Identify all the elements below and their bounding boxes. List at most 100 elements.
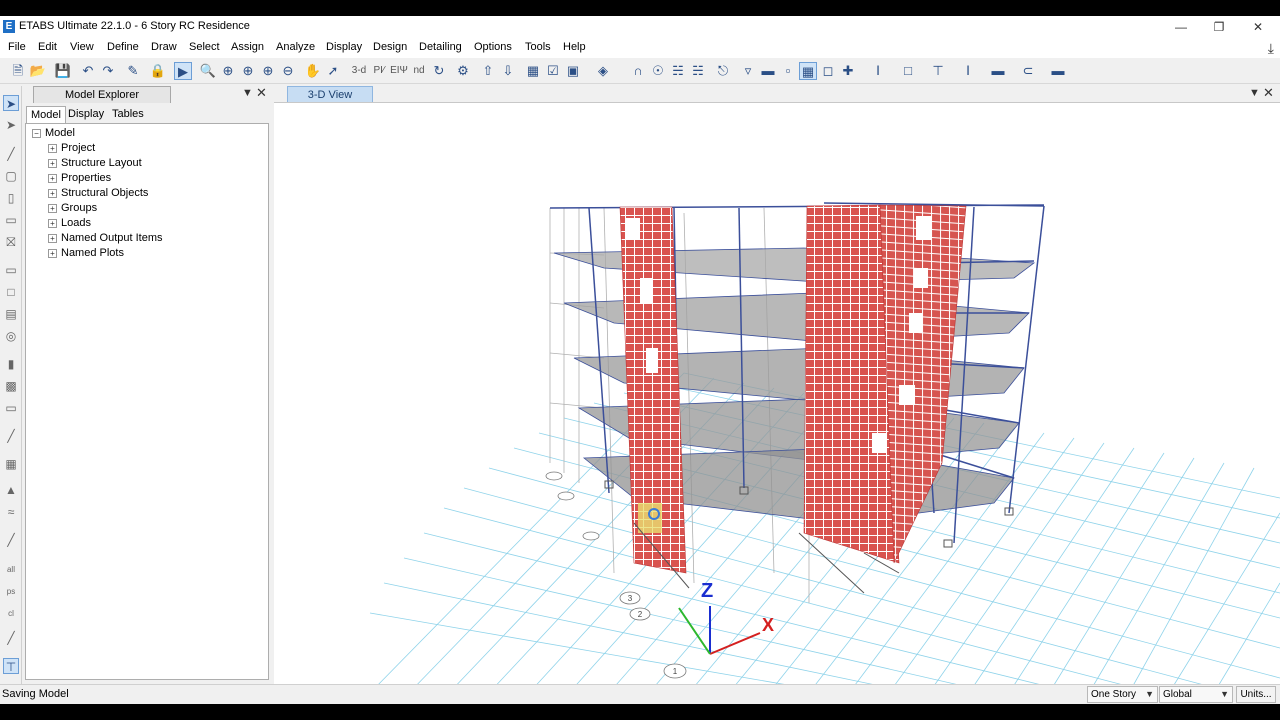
draw-wave-icon[interactable]: ≈ [3,504,19,520]
pointer-pan-icon[interactable]: ➚ [324,62,342,80]
expand-icon[interactable]: + [48,189,57,198]
view-3d-button[interactable]: 3-d [348,62,370,80]
select-pointer-icon[interactable]: ➤ [3,95,19,111]
wall-stack-icon[interactable]: ▭ [3,400,19,416]
section-channel-icon[interactable]: ⊂ [1019,62,1037,80]
draw-slab-icon[interactable]: ▬ [759,62,777,80]
menu-detailing[interactable]: Detailing [419,41,462,53]
draw-grid-icon[interactable]: ▦ [3,456,19,472]
structure-3d-drawing[interactable]: 3 2 1 Z X [274,103,1280,697]
draw-opening-icon[interactable]: ▫ [779,62,797,80]
elevation-view-button[interactable]: ΕΙΨ [390,62,408,80]
draw-wall-tool-icon[interactable]: ▮ [3,356,19,372]
section-iw-icon[interactable]: Ⅰ [959,62,977,80]
menu-define[interactable]: Define [107,41,139,53]
draw-column-icon[interactable]: ☵ [669,62,687,80]
pan-icon[interactable]: ✋ [304,62,322,80]
run-analysis-icon[interactable]: ▶ [174,62,192,80]
draw-brace-tool-icon[interactable]: ⛝ [3,234,19,250]
tree-item-named-plots[interactable]: + Named Plots [48,246,124,261]
menu-help[interactable]: Help [563,41,586,53]
tab-display[interactable]: Display [64,106,108,124]
close-button[interactable]: ✕ [1243,18,1273,36]
undo-icon[interactable]: ↶ [79,62,97,80]
draw-tendon-icon[interactable]: ▲ [3,482,19,498]
move-up-icon[interactable]: ⇧ [479,62,497,80]
draw-beam-tool-icon[interactable]: ▭ [3,212,19,228]
quick-floor-icon[interactable]: ▤ [3,306,19,322]
expand-icon[interactable]: + [48,159,57,168]
tab-model[interactable]: Model [26,106,66,124]
perspective-icon[interactable]: ⚙ [454,62,472,80]
tree-item-structural-objects[interactable]: + Structural Objects [48,186,148,201]
draw-diagonal-icon[interactable]: ▢ [3,168,19,184]
coord-system-select[interactable]: Global ▼ [1159,686,1233,703]
menu-design[interactable]: Design [373,41,407,53]
tree-item-properties[interactable]: + Properties [48,171,111,186]
expand-icon[interactable]: + [48,144,57,153]
restore-button[interactable]: ❐ [1204,18,1234,36]
expand-icon[interactable]: + [48,234,57,243]
zoom-full-icon[interactable]: ⊕ [239,62,257,80]
set-display-icon[interactable]: ▦ [524,62,542,80]
check-icon[interactable]: ☑ [544,62,562,80]
selected-joint[interactable] [638,503,662,533]
draw-rect-floor-icon[interactable]: □ [3,284,19,300]
section-rebar-icon[interactable]: ▬ [989,62,1007,80]
zoom-in-icon[interactable]: ⊕ [259,62,277,80]
tab-3d-view[interactable]: 3-D View [287,86,373,103]
draw-wall-icon[interactable]: ☵ [689,62,707,80]
draw-opening-tool-icon[interactable]: ◎ [3,328,19,344]
redo-icon[interactable]: ↷ [99,62,117,80]
menu-file[interactable]: File [8,41,26,53]
clear-selection-icon[interactable]: cl [3,606,19,622]
tree-item-structure-layout[interactable]: + Structure Layout [48,156,142,171]
deformed-shape-icon[interactable]: ◻ [819,62,837,80]
draw-brace-icon[interactable]: ☉ [649,62,667,80]
download-icon[interactable]: ⤓ [1268,40,1274,57]
expand-icon[interactable]: + [48,174,57,183]
draw-link-icon[interactable]: ▿ [739,62,757,80]
move-down-icon[interactable]: ⇩ [499,62,517,80]
tree-root-model[interactable]: − Model [32,126,75,141]
tree-item-loads[interactable]: + Loads [48,216,91,231]
menu-draw[interactable]: Draw [151,41,177,53]
zoom-restore-icon[interactable]: ⊕ [219,62,237,80]
open-icon[interactable]: 📂 [29,62,47,80]
select-all-icon[interactable]: all [3,562,19,578]
plan-view-button[interactable]: ΡΙ∕ [370,62,388,80]
menu-select[interactable]: Select [189,41,220,53]
collapse-icon[interactable]: − [32,129,41,138]
force-diagram-icon[interactable]: ✚ [839,62,857,80]
draw-column-tool-icon[interactable]: ▯ [3,190,19,206]
menu-options[interactable]: Options [474,41,512,53]
snap-icon[interactable]: ╱ [3,630,19,646]
expand-icon[interactable]: + [48,249,57,258]
expand-icon[interactable]: + [48,204,57,213]
draw-link-tool-icon[interactable]: ╱ [3,428,19,444]
section-box-icon[interactable]: □ [899,62,917,80]
menu-assign[interactable]: Assign [231,41,264,53]
tree-item-groups[interactable]: + Groups [48,201,97,216]
tree-item-project[interactable]: + Project [48,141,95,156]
story-option-select[interactable]: One Story ▼ [1087,686,1158,703]
previous-selection-icon[interactable]: ps [3,584,19,600]
explorer-close-icon[interactable]: ✕ [256,85,267,101]
tree-item-named-output-items[interactable]: + Named Output Items [48,231,163,246]
expand-icon[interactable]: + [48,219,57,228]
view-dropdown-icon[interactable]: ▼ [1249,87,1260,99]
menu-tools[interactable]: Tools [525,41,551,53]
explorer-dropdown-icon[interactable]: ▼ [242,87,253,99]
extrude-icon[interactable]: ◈ [594,62,612,80]
quick-wall-icon[interactable]: ▩ [3,378,19,394]
draw-dimension-icon[interactable]: ╱ [3,532,19,548]
nd-view-button[interactable]: nd [410,62,428,80]
new-model-icon[interactable]: 🗎 [9,62,27,80]
draw-frame-icon[interactable]: ∩ [629,62,647,80]
units-button[interactable]: Units... [1236,686,1276,703]
zoom-window-icon[interactable]: 🔍 [199,62,217,80]
selected-view-icon[interactable]: ▦ [799,62,817,80]
tab-tables[interactable]: Tables [108,106,148,124]
menu-analyze[interactable]: Analyze [276,41,315,53]
menu-view[interactable]: View [70,41,94,53]
